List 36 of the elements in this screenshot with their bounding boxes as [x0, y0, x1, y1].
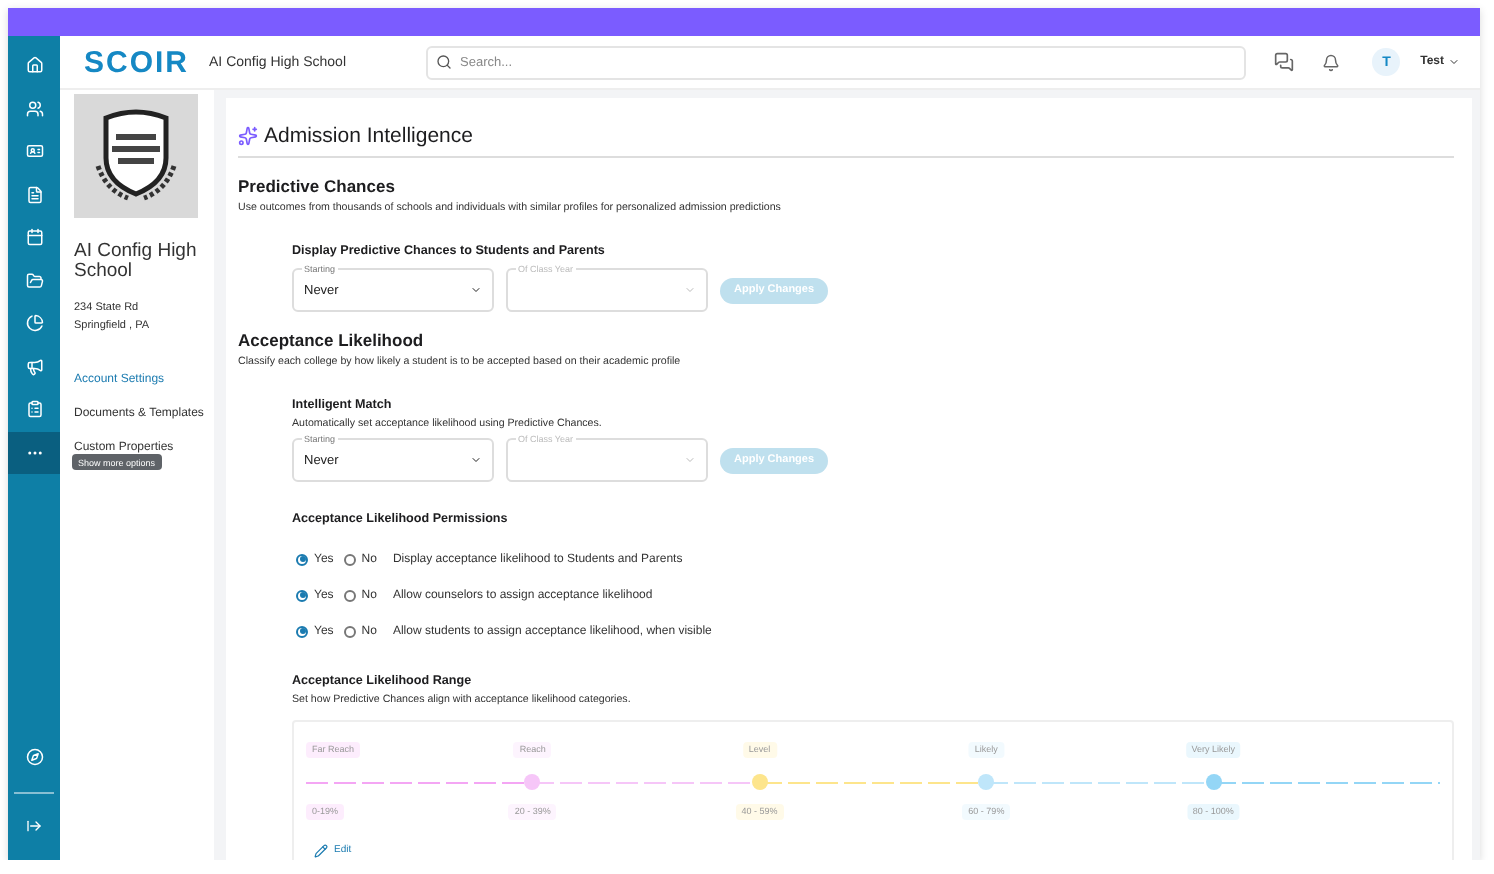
logout-icon [26, 818, 42, 835]
caret-icon [470, 284, 482, 296]
document-icon [25, 185, 43, 204]
chevron-icon [1448, 56, 1460, 68]
id-card-icon [25, 142, 43, 161]
school-title: AI Config High School [74, 242, 199, 284]
caret-icon [684, 454, 696, 466]
clipboard-icon [25, 400, 43, 419]
radio-icon[interactable] [343, 625, 356, 638]
pie-chart-icon [25, 314, 43, 333]
radio-icon[interactable] [296, 625, 308, 638]
chat-icon[interactable] [1274, 52, 1295, 72]
page-title: Admission Intelligence [264, 124, 473, 148]
users-icon [25, 99, 43, 118]
megaphone-icon [25, 357, 43, 376]
section-title: Acceptance Likelihood [238, 330, 426, 350]
logo: SCOIR [84, 45, 190, 79]
compass-icon [25, 748, 43, 767]
caret-icon [470, 454, 482, 466]
radio-icon[interactable] [343, 553, 356, 566]
radio-icon[interactable] [296, 589, 308, 602]
folder-icon [25, 271, 43, 290]
slider-handle[interactable] [1205, 774, 1222, 790]
section-title: Predictive Chances [238, 176, 397, 196]
slider-handle[interactable] [978, 774, 995, 790]
slider-handle[interactable] [751, 774, 768, 790]
calendar-icon [25, 228, 43, 247]
radio-icon[interactable] [296, 553, 308, 566]
pencil-icon [314, 843, 328, 857]
radio-icon[interactable] [343, 589, 356, 602]
home-icon [25, 56, 43, 75]
caret-icon [684, 284, 696, 296]
search-icon [436, 54, 452, 70]
slider-handle[interactable] [524, 774, 541, 790]
sparkle-icon [238, 126, 258, 146]
bell-icon[interactable] [1322, 53, 1341, 71]
